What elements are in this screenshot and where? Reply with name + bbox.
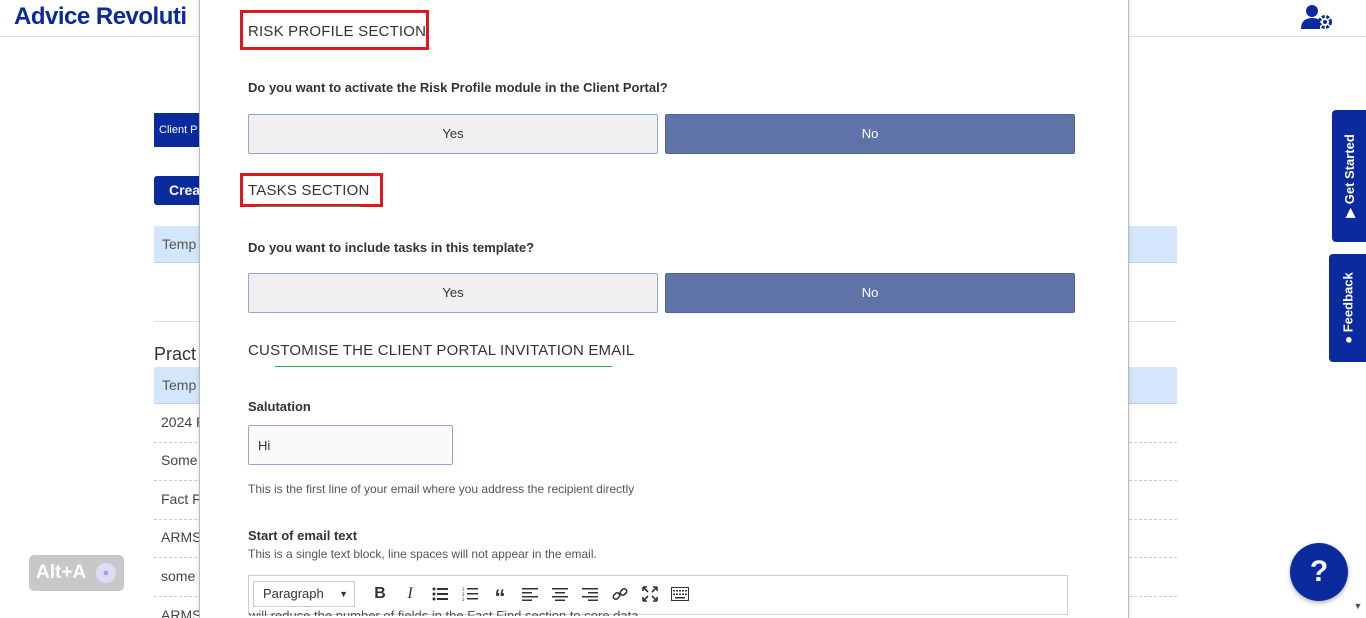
editor-toolbar: Paragraph ▼ B I 123 “	[249, 576, 1067, 612]
salutation-input[interactable]	[248, 425, 453, 465]
brand-logo[interactable]: Advice Revoluti	[14, 3, 187, 31]
user-settings-icon[interactable]	[1301, 4, 1333, 30]
feedback-text: Feedback	[1340, 272, 1356, 333]
tasks-question: Do you want to include tasks in this tem…	[248, 240, 535, 255]
start-text-hint: This is a single text block, line spaces…	[248, 547, 597, 561]
risk-profile-question: Do you want to activate the Risk Profile…	[248, 80, 668, 95]
bold-icon[interactable]: B	[365, 581, 395, 607]
speech-bubble-icon: ●	[1340, 332, 1356, 344]
paragraph-select-label: Paragraph	[263, 586, 324, 601]
fullscreen-icon[interactable]	[635, 581, 665, 607]
source-code-icon[interactable]	[665, 581, 695, 607]
create-template-button[interactable]: Crea	[154, 176, 204, 205]
align-center-icon[interactable]	[545, 581, 575, 607]
align-left-icon[interactable]	[515, 581, 545, 607]
editor-content[interactable]: will reduce the number of fields in the …	[249, 610, 1067, 616]
get-started-label: ▶ Get Started	[1342, 134, 1358, 218]
get-started-text: Get Started	[1342, 134, 1357, 205]
paragraph-format-select[interactable]: Paragraph ▼	[253, 581, 355, 607]
help-button[interactable]: ?	[1290, 543, 1348, 601]
get-started-tab[interactable]: ▶ Get Started	[1332, 110, 1366, 242]
section-underline	[275, 366, 612, 367]
risk-profile-section-title: RISK PROFILE SECTION	[248, 23, 427, 40]
chevron-down-icon: ▼	[339, 589, 348, 599]
tasks-section-title: TASKS SECTION	[248, 182, 370, 199]
feedback-label: ● Feedback	[1341, 272, 1356, 343]
play-icon: ▶	[1342, 204, 1357, 218]
practice-templates-heading: Pract	[154, 344, 197, 364]
numbered-list-icon[interactable]: 123	[455, 581, 485, 607]
tasks-yes-button[interactable]: Yes	[248, 273, 658, 313]
section-underline	[257, 206, 360, 207]
svg-text:3: 3	[462, 597, 465, 601]
risk-profile-no-button[interactable]: No	[665, 114, 1075, 154]
email-section-title: CUSTOMISE THE CLIENT PORTAL INVITATION E…	[248, 342, 635, 359]
salutation-hint: This is the first line of your email whe…	[248, 482, 635, 496]
link-icon[interactable]	[605, 581, 635, 607]
salutation-label: Salutation	[248, 399, 311, 414]
italic-icon[interactable]: I	[395, 581, 425, 607]
client-portal-tab[interactable]: Client P	[154, 113, 204, 147]
risk-profile-yes-button[interactable]: Yes	[248, 114, 658, 154]
accessibility-icon: ●	[96, 563, 116, 583]
align-right-icon[interactable]	[575, 581, 605, 607]
tasks-no-button[interactable]: No	[665, 273, 1075, 313]
bullet-list-icon[interactable]	[425, 581, 455, 607]
alt-a-label: Alt+A	[36, 562, 87, 583]
alt-a-widget[interactable]: Alt+A ●	[29, 555, 124, 591]
email-text-editor[interactable]: Paragraph ▼ B I 123 “	[248, 575, 1068, 616]
start-text-label: Start of email text	[248, 528, 358, 543]
blockquote-icon[interactable]: “	[485, 581, 515, 610]
template-modal: RISK PROFILE SECTION Do you want to acti…	[199, 0, 1129, 618]
feedback-tab[interactable]: ● Feedback	[1329, 254, 1366, 362]
scroll-down-arrow-icon[interactable]: ▼	[1351, 601, 1365, 615]
